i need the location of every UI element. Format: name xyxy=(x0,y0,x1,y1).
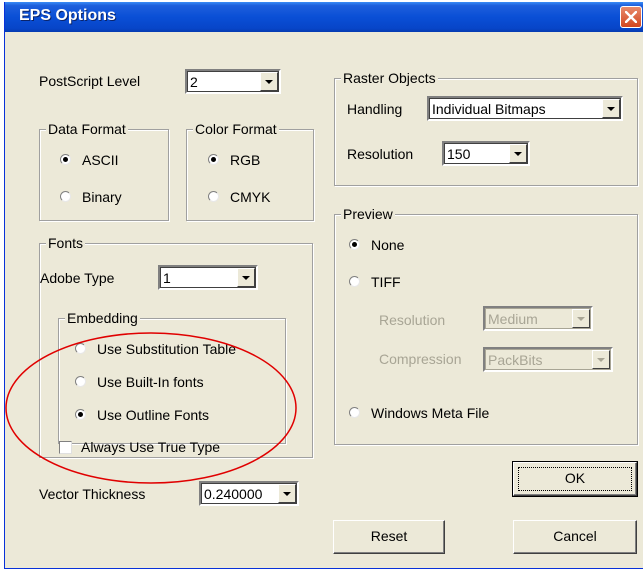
tiff-compression-dropdown[interactable]: PackBits xyxy=(483,347,613,372)
tiff-compression-label: Compression xyxy=(379,351,462,367)
handling-label: Handling xyxy=(347,101,403,117)
radio-dot[interactable] xyxy=(349,276,360,287)
data-format-binary-label: Binary xyxy=(82,189,122,205)
color-format-rgb-label: RGB xyxy=(230,152,261,168)
radio-dot[interactable] xyxy=(208,191,219,202)
fonts-group: Fonts Adobe Type 1 Embedding Use Substit… xyxy=(39,235,313,458)
radio-dot[interactable] xyxy=(75,409,86,420)
embedding-group: Embedding Use Substitution Table Use Bui… xyxy=(58,310,286,444)
radio-dot[interactable] xyxy=(75,343,86,354)
chevron-down-icon[interactable] xyxy=(237,268,255,287)
ok-button-label: OK xyxy=(564,470,586,486)
close-icon xyxy=(625,11,637,23)
preview-group: Preview None TIFF Resolution Medium Comp… xyxy=(334,206,638,445)
postscript-level-label: PostScript Level xyxy=(39,73,141,89)
data-format-ascii-label: ASCII xyxy=(82,152,119,168)
cancel-button[interactable]: Cancel xyxy=(513,520,637,554)
title-bar[interactable]: EPS Options xyxy=(5,2,643,32)
chevron-down-icon[interactable] xyxy=(592,350,610,369)
handling-dropdown[interactable]: Individual Bitmaps xyxy=(427,96,623,121)
color-format-group: Color Format RGB CMYK xyxy=(186,121,314,221)
preview-wmf-label: Windows Meta File xyxy=(371,405,490,421)
radio-dot[interactable] xyxy=(208,154,219,165)
preview-tiff-label: TIFF xyxy=(371,274,401,290)
raster-objects-group: Raster Objects Handling Individual Bitma… xyxy=(334,70,638,186)
chevron-down-icon[interactable] xyxy=(278,484,296,503)
dialog-title: EPS Options xyxy=(19,7,116,24)
preview-legend: Preview xyxy=(341,206,395,222)
data-format-legend: Data Format xyxy=(46,121,128,137)
radio-dot[interactable] xyxy=(60,191,71,202)
embedding-legend: Embedding xyxy=(65,310,140,326)
radio-dot[interactable] xyxy=(60,154,71,165)
close-button[interactable] xyxy=(620,6,642,28)
data-format-group: Data Format ASCII Binary xyxy=(39,121,169,221)
adobe-type-value: 1 xyxy=(163,270,171,286)
vector-thickness-label: Vector Thickness xyxy=(39,486,146,502)
chevron-down-icon[interactable] xyxy=(509,144,527,163)
adobe-type-label: Adobe Type xyxy=(40,270,115,286)
reset-button[interactable]: Reset xyxy=(333,520,445,554)
cancel-button-label: Cancel xyxy=(553,528,597,544)
postscript-level-dropdown[interactable]: 2 xyxy=(185,69,281,94)
reset-button-label: Reset xyxy=(370,528,408,544)
embedding-builtin-label: Use Built-In fonts xyxy=(97,374,204,390)
always-true-type-checkbox[interactable] xyxy=(59,441,72,454)
chevron-down-icon[interactable] xyxy=(602,99,620,118)
raster-resolution-value: 150 xyxy=(447,146,471,162)
embedding-substitution-label: Use Substitution Table xyxy=(97,341,237,357)
tiff-resolution-dropdown[interactable]: Medium xyxy=(483,306,593,331)
raster-resolution-label: Resolution xyxy=(347,146,414,162)
fonts-legend: Fonts xyxy=(46,235,86,251)
raster-objects-legend: Raster Objects xyxy=(341,70,438,86)
always-true-type-label: Always Use True Type xyxy=(81,439,221,455)
tiff-resolution-label: Resolution xyxy=(379,312,446,328)
radio-dot[interactable] xyxy=(75,376,86,387)
tiff-compression-value: PackBits xyxy=(488,352,543,368)
eps-options-dialog: EPS Options PostScript Level 2 Data Form… xyxy=(4,2,643,569)
tiff-resolution-value: Medium xyxy=(488,311,538,327)
radio-dot[interactable] xyxy=(349,407,360,418)
embedding-outline-label: Use Outline Fonts xyxy=(97,407,210,423)
ok-button[interactable]: OK xyxy=(512,461,638,497)
radio-dot[interactable] xyxy=(349,239,360,250)
preview-none-label: None xyxy=(371,237,405,253)
postscript-level-value: 2 xyxy=(190,74,198,90)
chevron-down-icon[interactable] xyxy=(572,309,590,328)
vector-thickness-value: 0.240000 xyxy=(204,486,263,502)
chevron-down-icon[interactable] xyxy=(260,72,278,91)
vector-thickness-dropdown[interactable]: 0.240000 xyxy=(199,481,299,506)
color-format-legend: Color Format xyxy=(193,121,279,137)
color-format-cmyk-label: CMYK xyxy=(230,189,271,205)
raster-resolution-dropdown[interactable]: 150 xyxy=(442,141,530,166)
adobe-type-dropdown[interactable]: 1 xyxy=(158,265,258,290)
handling-value: Individual Bitmaps xyxy=(432,101,546,117)
